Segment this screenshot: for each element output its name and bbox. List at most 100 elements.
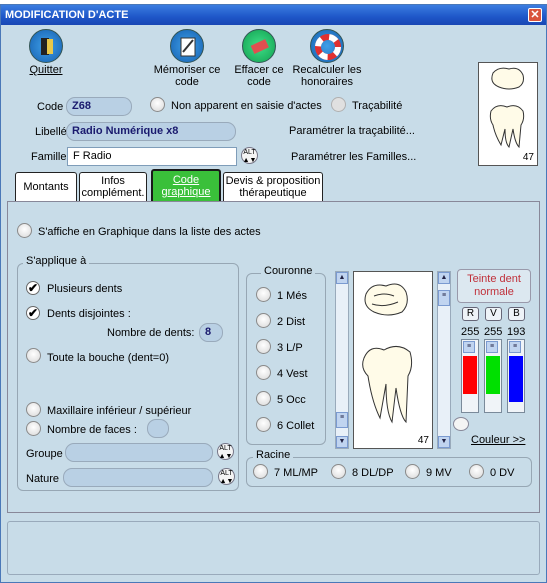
couronne-label-2: 2 Dist — [277, 316, 306, 328]
slider-v[interactable]: ≡ — [484, 339, 502, 413]
plusieurs-dents-checkbox[interactable]: ✔ — [26, 281, 40, 295]
couronne-radio-4[interactable] — [256, 365, 271, 380]
tooth-right-scrollbar[interactable]: ▲ ≡ ▼ — [437, 271, 451, 449]
racine-radio-9[interactable] — [405, 464, 420, 479]
toute-bouche-radio[interactable] — [26, 348, 41, 363]
slider-r[interactable]: ≡ — [461, 339, 479, 413]
plusieurs-dents-label: Plusieurs dents — [47, 283, 123, 295]
memorize-button[interactable]: Mémoriser ce code — [151, 29, 223, 88]
tab-montants[interactable]: Montants — [15, 172, 77, 202]
racine-radio-0[interactable] — [469, 464, 484, 479]
channel-b-button[interactable]: B — [508, 307, 525, 321]
scroll-down-button[interactable]: ▼ — [438, 436, 450, 448]
quit-button[interactable]: Quitter — [21, 29, 71, 76]
tab-montants-label: Montants — [23, 181, 69, 193]
tab-code-label-2: graphique — [161, 186, 211, 198]
slider-b-fill — [509, 356, 523, 402]
tooth-drawing-number: 47 — [417, 435, 429, 446]
couronne-radio-6[interactable] — [256, 417, 271, 432]
couronne-radio-5[interactable] — [256, 391, 271, 406]
dents-disjointes-label: Dents disjointes : — [47, 308, 131, 320]
affiche-graphique-radio[interactable] — [17, 223, 32, 238]
couronne-radio-2[interactable] — [256, 313, 271, 328]
erase-button[interactable]: Effacer ce code — [229, 29, 289, 88]
tab-code-graphique[interactable]: Code graphique — [151, 169, 221, 202]
param-tracabilite-link[interactable]: Paramétrer la traçabilité... — [289, 124, 415, 138]
nombre-faces-radio[interactable] — [26, 421, 41, 436]
alt-label: ALT — [243, 149, 256, 156]
tooth-preview-icon — [489, 67, 525, 149]
libelle-field[interactable]: Radio Numérique x8 — [66, 122, 236, 141]
slider-r-fill — [463, 356, 477, 394]
couronne-label-1: 1 Més — [277, 290, 307, 302]
nombre-faces-field[interactable] — [147, 419, 169, 438]
groupe-field[interactable] — [65, 443, 213, 462]
libelle-label: Libellé — [35, 126, 67, 138]
non-apparent-label: Non apparent en saisie d'actes — [171, 100, 322, 112]
nature-label: Nature — [26, 473, 60, 485]
racine-group-title: Racine — [253, 449, 294, 461]
scroll-up-button[interactable]: ▲ — [336, 272, 348, 284]
alt-arrows: ▲▼ — [242, 157, 257, 164]
value-r: 255 — [461, 326, 480, 338]
channel-v-button[interactable]: V — [485, 307, 502, 321]
tooth-left-scrollbar[interactable]: ▲ ≡ ▼ — [335, 271, 349, 449]
scroll-thumb[interactable]: ≡ — [438, 290, 450, 306]
slider-b-thumb[interactable]: ≡ — [509, 341, 521, 353]
param-familles-link[interactable]: Paramétrer les Familles... — [291, 150, 416, 164]
nature-field[interactable] — [63, 468, 213, 487]
couronne-label-6: 6 Collet — [277, 420, 315, 432]
tooth-preview-number: 47 — [522, 152, 534, 163]
couronne-label-4: 4 Vest — [277, 368, 308, 380]
nature-alt-button[interactable]: ALT ▲▼ — [218, 468, 235, 485]
value-v: 255 — [484, 326, 503, 338]
scroll-down-button[interactable]: ▼ — [336, 436, 348, 448]
couronne-radio-1[interactable] — [256, 287, 271, 302]
tracabilite-radio[interactable] — [331, 97, 346, 112]
scroll-up-button[interactable]: ▲ — [438, 272, 450, 284]
groupe-label: Groupe — [26, 448, 63, 460]
nombre-dents-field[interactable]: 8 — [199, 323, 223, 342]
slider-r-thumb[interactable]: ≡ — [463, 341, 475, 353]
racine-label-9: 9 MV — [426, 467, 452, 479]
tab-devis-label-2: thérapeutique — [239, 187, 307, 199]
tracabilite-label: Traçabilité — [352, 100, 403, 112]
memorize-label-1: Mémoriser ce — [153, 64, 221, 76]
maxillaire-label: Maxillaire inférieur / supérieur — [47, 405, 192, 417]
slider-v-fill — [486, 356, 500, 394]
window-title: MODIFICATION D'ACTE — [5, 9, 129, 21]
couleur-radio[interactable] — [453, 417, 469, 431]
recalc-label-2: honoraires — [301, 76, 353, 88]
channel-r-button[interactable]: R — [462, 307, 479, 321]
slider-v-thumb[interactable]: ≡ — [486, 341, 498, 353]
non-apparent-radio[interactable] — [150, 97, 165, 112]
tab-devis[interactable]: Devis & proposition thérapeutique — [223, 172, 323, 202]
famille-label: Famille — [31, 151, 67, 163]
door-exit-icon — [29, 29, 63, 63]
famille-alt-button[interactable]: ALT ▲▼ — [241, 147, 258, 164]
close-button[interactable]: ✕ — [528, 8, 542, 22]
famille-field[interactable]: F Radio — [67, 147, 237, 166]
slider-b[interactable]: ≡ — [507, 339, 525, 413]
maxillaire-radio[interactable] — [26, 402, 41, 417]
teinte-label-box: Teinte dent normale — [457, 269, 531, 303]
scroll-thumb[interactable]: ≡ — [336, 412, 348, 428]
racine-label-0: 0 DV — [490, 467, 515, 479]
tab-infos-label-1: Infos — [101, 175, 125, 187]
tooth-preview: 47 — [478, 62, 538, 166]
racine-radio-8[interactable] — [331, 464, 346, 479]
couronne-radio-3[interactable] — [256, 339, 271, 354]
racine-label-8: 8 DL/DP — [352, 467, 394, 479]
alt-arrows: ▲▼ — [218, 453, 233, 460]
recalc-label-1: Recalculer les — [292, 64, 362, 76]
groupe-alt-button[interactable]: ALT ▲▼ — [217, 443, 234, 460]
dents-disjointes-checkbox[interactable]: ✔ — [26, 306, 40, 320]
tab-infos[interactable]: Infos complément. — [79, 172, 147, 202]
modification-acte-window: MODIFICATION D'ACTE ✕ Quitter Mémoriser … — [0, 4, 547, 583]
racine-radio-7[interactable] — [253, 464, 268, 479]
recalc-button[interactable]: Recalculer les honoraires — [289, 29, 365, 88]
quit-label: Quitter — [29, 64, 63, 76]
code-field[interactable]: Z68 — [66, 97, 132, 116]
couleur-link[interactable]: Couleur >> — [471, 433, 525, 447]
tab-infos-label-2: complément. — [81, 187, 145, 199]
